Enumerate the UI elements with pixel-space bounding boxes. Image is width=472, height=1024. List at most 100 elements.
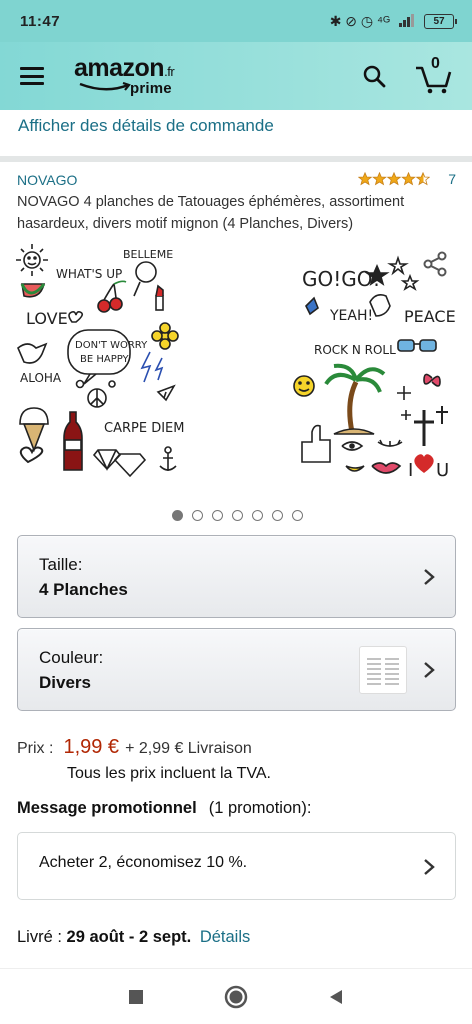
smiley-doodle <box>293 375 315 397</box>
carousel-dot[interactable] <box>251 510 263 521</box>
carousel-dot[interactable] <box>291 510 303 521</box>
star-rating-icon <box>358 172 431 186</box>
tattoo-text: ROCK N ROLL <box>314 343 396 357</box>
banana-doodle <box>345 465 365 472</box>
status-bar: 11:47 ✱ ⊘ ◷ ⁴ᴳ 57 <box>0 0 472 42</box>
tattoo-text: ALOHA <box>20 371 62 385</box>
delivery-info: Livré : 29 août - 2 sept. Détails <box>17 928 250 947</box>
tattoo-text: BELLEME <box>123 248 173 261</box>
star-doodle <box>387 255 409 276</box>
share-icon[interactable] <box>422 250 450 278</box>
icecream-doodle <box>19 407 49 453</box>
brand-link[interactable]: NOVAGO <box>17 172 77 188</box>
thumbs-up-doodle <box>301 424 331 463</box>
carousel-dot[interactable] <box>171 510 183 521</box>
back-triangle-icon <box>330 989 342 1004</box>
rating-count: 7 <box>448 171 456 187</box>
promo-title: Message promotionnel <box>17 799 197 817</box>
tattoo-text: WHAT'S UP <box>56 267 122 281</box>
carousel-dot[interactable] <box>191 510 203 521</box>
eye-doodle <box>341 441 364 451</box>
size-selector[interactable]: Taille: 4 Planches <box>17 535 456 618</box>
square-icon <box>129 989 143 1004</box>
flower-doodle <box>151 322 179 350</box>
chevron-right-icon <box>424 859 435 875</box>
price-label: Prix : <box>17 740 54 757</box>
bottle-doodle <box>63 411 83 471</box>
tattoo-text: PEACE <box>404 307 456 326</box>
search-icon[interactable] <box>360 62 388 90</box>
delivery-dates: 29 août - 2 sept. <box>66 928 192 946</box>
price-amount: 1,99 € <box>63 736 120 758</box>
status-time: 11:47 <box>20 12 61 30</box>
watermelon-doodle <box>20 283 46 298</box>
promo-count: (1 promotion): <box>208 799 312 817</box>
rating[interactable]: 7 <box>358 171 456 187</box>
size-label: Taille: <box>39 555 83 574</box>
system-nav-bar <box>0 968 472 1024</box>
order-details-link[interactable]: Afficher des détails de commande <box>18 116 274 136</box>
tattoo-text: CARPE DIEM <box>104 421 184 436</box>
tattoo-texts-right: GO!GO! YEAH! PEACE ROCK N ROLL I U <box>302 267 456 481</box>
shipping-cost: + 2,99 € Livraison <box>125 740 252 757</box>
tattoo-text: U <box>436 460 449 481</box>
lightning-doodle <box>140 351 152 383</box>
circle-icon <box>224 985 248 1008</box>
heart-doodle <box>414 454 434 473</box>
tattoo-text: YEAH! <box>329 308 373 324</box>
carousel-dots <box>0 510 472 521</box>
color-thumbnail <box>359 646 407 694</box>
heart-doodle <box>68 311 84 323</box>
bow-doodle <box>423 373 441 387</box>
promo-heading: Message promotionnel (1 promotion): <box>17 799 311 818</box>
boot-doodle <box>305 296 319 316</box>
peace-doodle <box>87 388 107 408</box>
star-doodle <box>400 273 420 291</box>
delivery-details-link[interactable]: Détails <box>200 928 250 946</box>
color-selector[interactable]: Couleur: Divers <box>17 628 456 711</box>
promo-box[interactable]: Acheter 2, économisez 10 %. <box>17 832 456 900</box>
product-image[interactable]: BELLEME WHAT'S UP LOVE DON'T WORRY BE HA… <box>0 240 472 492</box>
color-label: Couleur: <box>39 648 104 667</box>
status-icons: ✱ ⊘ ◷ ⁴ᴳ 57 <box>329 12 457 30</box>
hand-doodle <box>17 342 48 364</box>
cherries-doodle <box>97 280 127 313</box>
carousel-dot[interactable] <box>271 510 283 521</box>
back-button[interactable] <box>322 983 350 1011</box>
size-value: 4 Planches <box>39 580 128 599</box>
cross-doodle <box>414 410 434 446</box>
status-icons-text: ✱ ⊘ ◷ ⁴ᴳ <box>329 12 390 29</box>
smile-arrow-icon <box>79 82 131 91</box>
carousel-dot[interactable] <box>231 510 243 521</box>
lips-doodle <box>371 462 402 474</box>
section-divider <box>0 156 472 162</box>
tva-note: Tous les prix incluent la TVA. <box>67 765 271 782</box>
promo-text: Acheter 2, économisez 10 %. <box>39 854 248 871</box>
product-title: NOVAGO 4 planches de Tatouages éphémères… <box>17 194 405 232</box>
tattoo-text: GO!GO! <box>302 267 381 291</box>
tattoo-text: DON'T WORRY <box>75 340 148 351</box>
mirror-doodle <box>133 261 157 297</box>
amazon-prime-logo[interactable]: amazon.fr prime <box>74 56 175 97</box>
recents-button[interactable] <box>122 983 150 1011</box>
lipstick-doodle <box>155 284 164 311</box>
logo-tld: .fr <box>164 64 175 79</box>
battery-icon: 57 <box>424 13 457 29</box>
logo-prime: prime <box>130 80 172 97</box>
diamond-doodle <box>113 453 147 478</box>
plane-doodle <box>156 384 176 402</box>
cart-button[interactable]: 0 <box>414 55 452 94</box>
sparkle-doodle <box>397 386 411 420</box>
anchor-doodle <box>159 446 177 471</box>
chevron-right-icon <box>424 569 435 585</box>
home-button[interactable] <box>222 983 250 1011</box>
app-header: amazon.fr prime 0 <box>0 42 472 110</box>
palmtree-doodle <box>324 363 386 435</box>
sun-doodle <box>16 244 48 276</box>
color-value: Divers <box>39 673 91 692</box>
delivery-label: Livré : <box>17 928 62 946</box>
menu-icon[interactable] <box>20 67 44 85</box>
cross-doodle <box>436 406 448 424</box>
cart-count: 0 <box>431 55 440 72</box>
carousel-dot[interactable] <box>211 510 223 521</box>
